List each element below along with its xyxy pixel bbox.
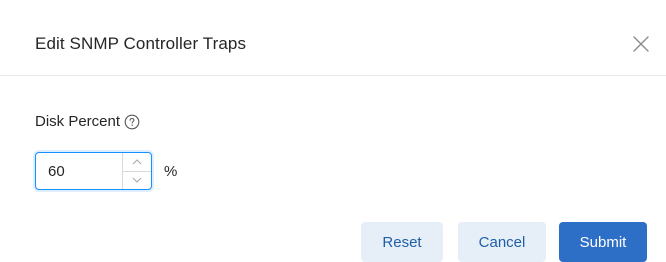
unit-label: % — [164, 162, 178, 180]
question-circle-icon[interactable] — [124, 114, 140, 130]
disk-percent-input-row: % — [35, 152, 177, 190]
chevron-up-icon — [132, 159, 142, 165]
edit-snmp-dialog: Edit SNMP Controller Traps Disk Percent — [0, 0, 666, 262]
dialog-title: Edit SNMP Controller Traps — [35, 34, 247, 53]
dialog-header: Edit SNMP Controller Traps — [0, 0, 666, 76]
chevron-down-icon — [132, 177, 142, 183]
submit-button[interactable]: Submit — [559, 222, 647, 262]
disk-percent-label: Disk Percent — [35, 113, 121, 130]
quantity-stepper — [122, 153, 151, 189]
reset-button[interactable]: Reset — [361, 222, 443, 262]
stepper-increment-button[interactable] — [123, 153, 151, 172]
disk-percent-label-row: Disk Percent — [35, 113, 140, 130]
disk-percent-field[interactable] — [36, 153, 132, 189]
disk-percent-number-input — [35, 152, 152, 190]
close-icon — [633, 36, 649, 52]
stepper-decrement-button[interactable] — [123, 172, 151, 190]
close-button[interactable] — [630, 33, 652, 55]
cancel-button[interactable]: Cancel — [458, 222, 546, 262]
